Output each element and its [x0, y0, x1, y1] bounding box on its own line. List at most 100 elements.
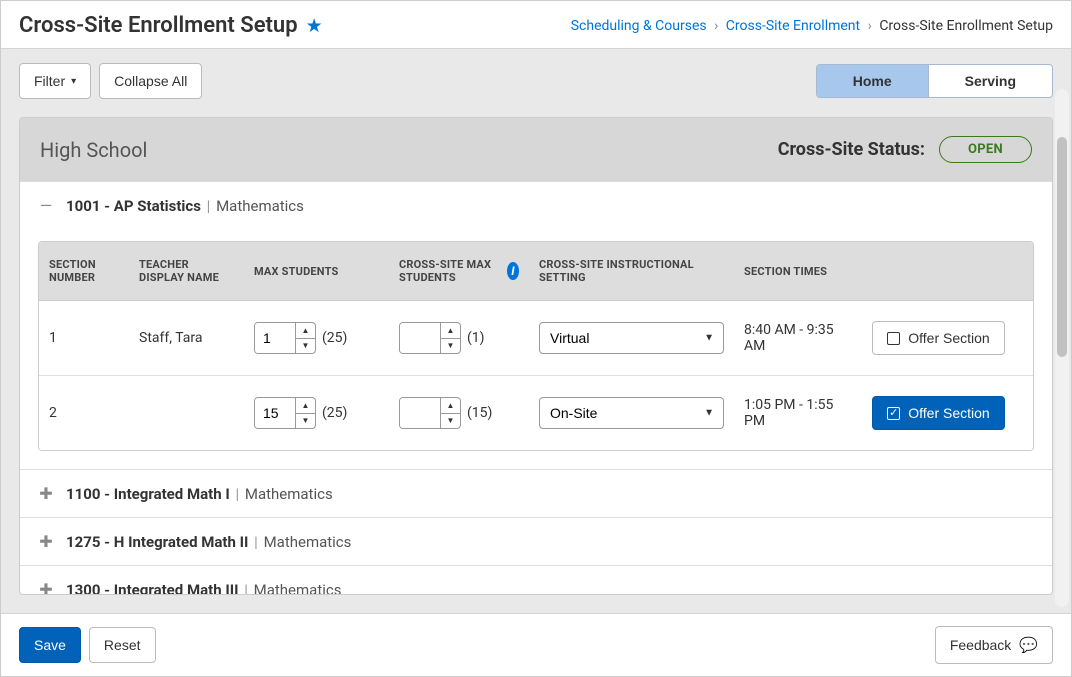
collapse-icon: —	[38, 196, 54, 215]
cell-offer: Offer Section	[844, 386, 1033, 440]
offer-section-button[interactable]: Offer Section	[872, 396, 1004, 430]
content-area: Filter ▾ Collapse All Home Serving High …	[1, 49, 1071, 613]
course-row[interactable]: — 1001 - AP Statistics | Mathematics	[20, 181, 1052, 229]
chevron-right-icon: ›	[868, 18, 872, 34]
chevron-right-icon: ›	[714, 18, 718, 34]
max-cap: (25)	[322, 330, 347, 346]
step-down-icon[interactable]: ▼	[296, 413, 315, 429]
tab-serving[interactable]: Serving	[928, 65, 1052, 97]
course-dept: Mathematics	[264, 533, 352, 551]
table-header: Section Number Teacher Display Name Max …	[39, 242, 1033, 301]
cell-teacher	[129, 403, 244, 423]
step-up-icon[interactable]: ▲	[441, 323, 460, 338]
course-row[interactable]: ✚ 1300 - Integrated Math III | Mathemati…	[20, 565, 1052, 595]
course-row[interactable]: ✚ 1100 - Integrated Math I | Mathematics	[20, 469, 1052, 517]
cell-cs-max: ▲ ▼ (15)	[389, 387, 529, 439]
cell-offer: Offer Section	[844, 311, 1033, 365]
setting-select[interactable]: On-Site	[539, 397, 724, 429]
expand-icon: ✚	[38, 532, 54, 551]
offer-section-button[interactable]: Offer Section	[872, 321, 1004, 355]
cell-teacher: Staff, Tara	[129, 320, 244, 356]
cs-max-stepper[interactable]: ▲ ▼	[399, 322, 461, 354]
cell-max: ▲ ▼ (25)	[244, 312, 389, 364]
max-students-stepper[interactable]: ▲ ▼	[254, 397, 316, 429]
cell-max: ▲ ▼ (25)	[244, 387, 389, 439]
setting-select[interactable]: Virtual	[539, 322, 724, 354]
step-down-icon[interactable]: ▼	[296, 338, 315, 354]
cs-max-input[interactable]	[400, 323, 440, 353]
favorite-star-icon[interactable]: ★	[306, 14, 323, 37]
breadcrumb-link-cse[interactable]: Cross-Site Enrollment	[726, 18, 860, 34]
course-code: 1300 - Integrated Math III	[66, 581, 238, 596]
footer: Save Reset Feedback 💬	[1, 613, 1071, 676]
toolbar-left: Filter ▾ Collapse All	[19, 63, 202, 99]
cell-section-number: 2	[39, 395, 129, 431]
page-header: Cross-Site Enrollment Setup ★ Scheduling…	[1, 1, 1071, 49]
expand-icon: ✚	[38, 484, 54, 503]
filter-button[interactable]: Filter ▾	[19, 63, 91, 99]
school-header: High School Cross-Site Status: OPEN	[20, 118, 1052, 181]
course-dept: Mathematics	[254, 581, 342, 596]
th-times: Section Times	[734, 242, 844, 300]
breadcrumb-link-scheduling[interactable]: Scheduling & Courses	[571, 18, 707, 34]
home-serving-tabs: Home Serving	[816, 64, 1053, 98]
th-cs-max: Cross-Site Max Students i	[389, 242, 529, 300]
cell-setting: Virtual	[529, 312, 734, 364]
status-wrap: Cross-Site Status: OPEN	[778, 136, 1032, 163]
max-cap: (25)	[322, 405, 347, 421]
scrollbar-thumb[interactable]	[1057, 137, 1067, 357]
cs-max-cap: (15)	[467, 405, 492, 421]
cell-section-number: 1	[39, 320, 129, 356]
th-teacher: Teacher Display Name	[129, 242, 244, 300]
page-title-wrap: Cross-Site Enrollment Setup ★	[19, 13, 323, 38]
course-dept: Mathematics	[216, 197, 304, 215]
course-dept: Mathematics	[245, 485, 333, 503]
step-up-icon[interactable]: ▲	[441, 398, 460, 413]
max-students-input[interactable]	[255, 398, 295, 428]
cell-times: 8:40 AM - 9:35 AM	[734, 312, 844, 364]
save-button[interactable]: Save	[19, 627, 81, 663]
page-title: Cross-Site Enrollment Setup	[19, 13, 298, 38]
status-label: Cross-Site Status:	[778, 139, 925, 160]
sections-panel: Section Number Teacher Display Name Max …	[20, 229, 1052, 469]
th-section-number: Section Number	[39, 242, 129, 300]
cell-setting: On-Site	[529, 387, 734, 439]
reset-button[interactable]: Reset	[89, 627, 156, 663]
max-students-stepper[interactable]: ▲ ▼	[254, 322, 316, 354]
th-setting: Cross-Site Instructional Setting	[529, 242, 734, 300]
th-max: Max Students	[244, 242, 389, 300]
course-row[interactable]: ✚ 1275 - H Integrated Math II | Mathemat…	[20, 517, 1052, 565]
info-icon[interactable]: i	[507, 262, 519, 280]
breadcrumb: Scheduling & Courses › Cross-Site Enroll…	[571, 18, 1053, 34]
step-down-icon[interactable]: ▼	[441, 338, 460, 354]
cs-max-stepper[interactable]: ▲ ▼	[399, 397, 461, 429]
step-up-icon[interactable]: ▲	[296, 323, 315, 338]
sections-table: Section Number Teacher Display Name Max …	[38, 241, 1034, 451]
filter-label: Filter	[34, 73, 65, 89]
feedback-button[interactable]: Feedback 💬	[935, 626, 1053, 664]
course-code: 1001 - AP Statistics	[66, 197, 201, 215]
course-code: 1275 - H Integrated Math II	[66, 533, 248, 551]
status-badge: OPEN	[939, 136, 1032, 163]
cs-max-cap: (1)	[467, 330, 485, 346]
tab-home[interactable]: Home	[817, 65, 928, 97]
scrollbar[interactable]	[1055, 89, 1069, 607]
school-card: High School Cross-Site Status: OPEN — 10…	[19, 117, 1053, 595]
table-row: 1 Staff, Tara ▲ ▼	[39, 301, 1033, 376]
school-name: High School	[40, 138, 147, 162]
app-shell: Cross-Site Enrollment Setup ★ Scheduling…	[0, 0, 1072, 677]
step-up-icon[interactable]: ▲	[296, 398, 315, 413]
cell-times: 1:05 PM - 1:55 PM	[734, 387, 844, 439]
cs-max-input[interactable]	[400, 398, 440, 428]
table-row: 2 ▲ ▼ (25)	[39, 376, 1033, 450]
collapse-all-button[interactable]: Collapse All	[99, 63, 202, 99]
th-offer	[844, 242, 1033, 300]
chevron-down-icon: ▾	[71, 76, 76, 87]
step-down-icon[interactable]: ▼	[441, 413, 460, 429]
expand-icon: ✚	[38, 580, 54, 595]
breadcrumb-current: Cross-Site Enrollment Setup	[879, 18, 1053, 34]
max-students-input[interactable]	[255, 323, 295, 353]
course-code: 1100 - Integrated Math I	[66, 485, 230, 503]
chat-icon: 💬	[1019, 636, 1038, 654]
checkbox-empty-icon	[887, 332, 900, 345]
